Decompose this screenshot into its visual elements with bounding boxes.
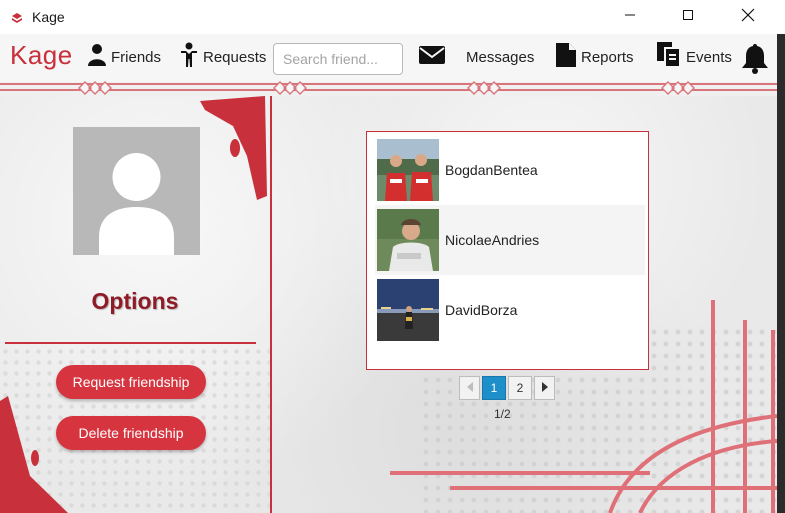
brand-logo[interactable]: Kage bbox=[10, 40, 73, 71]
nav-requests-label: Requests bbox=[203, 48, 267, 66]
nav-reports[interactable]: Reports bbox=[555, 42, 634, 72]
friend-name: NicolaeAndries bbox=[445, 232, 540, 248]
app-logo-icon bbox=[11, 11, 23, 23]
page-indicator: 1/2 bbox=[494, 407, 511, 421]
delete-friendship-button[interactable]: Delete friendship bbox=[56, 416, 206, 450]
search-input[interactable] bbox=[273, 43, 403, 75]
person-request-icon bbox=[179, 42, 203, 72]
next-page-button[interactable] bbox=[534, 376, 555, 400]
default-avatar-icon bbox=[73, 127, 200, 255]
page-button-2[interactable]: 2 bbox=[508, 376, 532, 400]
nav-requests[interactable]: Requests bbox=[179, 42, 266, 72]
nav-friends[interactable]: Friends bbox=[87, 42, 161, 72]
panel-divider bbox=[270, 96, 272, 513]
pagination: 1 2 bbox=[459, 376, 557, 400]
minimize-button[interactable] bbox=[607, 0, 653, 34]
nav-friends-label: Friends bbox=[111, 48, 162, 66]
top-navbar: Kage Friends Requests Messages Reports E… bbox=[0, 34, 777, 82]
close-button[interactable] bbox=[725, 0, 771, 34]
divider-ornament bbox=[273, 81, 307, 95]
friend-name: BogdanBentea bbox=[445, 162, 538, 178]
chevron-left-icon bbox=[466, 381, 474, 395]
title-bar: Kage bbox=[0, 0, 785, 34]
page-button-1[interactable]: 1 bbox=[482, 376, 506, 400]
friend-name: DavidBorza bbox=[445, 302, 518, 318]
request-friendship-button[interactable]: Request friendship bbox=[56, 365, 206, 399]
main-content: Options Request friendship Delete friend… bbox=[0, 96, 777, 513]
divider-ornament bbox=[661, 81, 695, 95]
user-icon bbox=[87, 43, 111, 71]
copy-documents-icon bbox=[656, 41, 686, 73]
friends-list: BogdanBentea NicolaeAndries DavidBorza bbox=[366, 131, 649, 370]
close-icon bbox=[741, 8, 755, 27]
nav-messages[interactable]: Messages bbox=[418, 42, 534, 72]
minimize-icon bbox=[624, 8, 636, 26]
envelope-icon bbox=[418, 44, 450, 70]
friend-photo bbox=[377, 139, 439, 201]
nav-reports-label: Reports bbox=[581, 48, 634, 66]
chevron-right-icon bbox=[541, 381, 549, 395]
friend-photo bbox=[377, 209, 439, 271]
friend-list-item[interactable]: BogdanBentea bbox=[375, 135, 645, 205]
document-icon bbox=[555, 42, 581, 72]
divider-ornament bbox=[78, 81, 112, 95]
friend-list-item[interactable]: DavidBorza bbox=[375, 275, 645, 345]
window-title: Kage bbox=[32, 9, 65, 25]
bell-icon[interactable] bbox=[739, 42, 771, 79]
options-panel: Options Request friendship Delete friend… bbox=[0, 96, 270, 513]
maximize-icon bbox=[682, 8, 694, 26]
options-divider bbox=[5, 342, 256, 344]
nav-events[interactable]: Events bbox=[656, 42, 732, 72]
friend-photo bbox=[377, 279, 439, 341]
nav-events-label: Events bbox=[686, 48, 732, 66]
divider-ornament bbox=[467, 81, 501, 95]
nav-messages-label: Messages bbox=[466, 48, 535, 66]
friend-list-item[interactable]: NicolaeAndries bbox=[375, 205, 645, 275]
prev-page-button[interactable] bbox=[459, 376, 480, 400]
window-edge bbox=[777, 34, 785, 513]
maximize-button[interactable] bbox=[665, 0, 711, 34]
options-title: Options bbox=[91, 288, 179, 314]
